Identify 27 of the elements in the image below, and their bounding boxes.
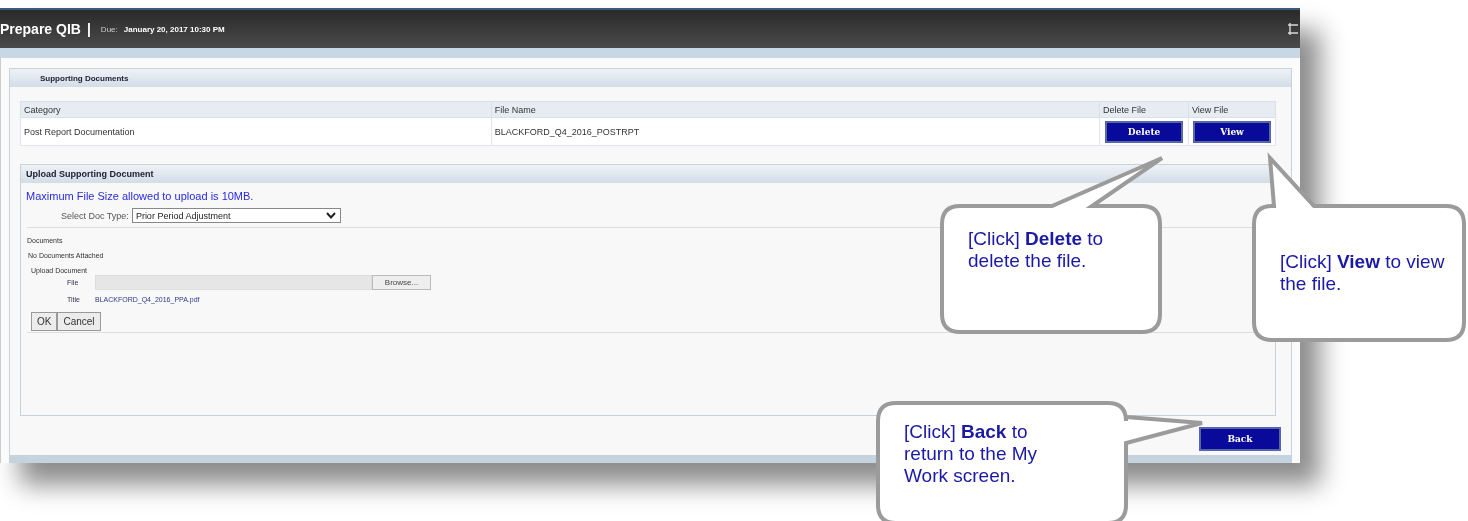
panel-title: Supporting Documents bbox=[40, 73, 129, 83]
due-label: Due: bbox=[100, 24, 118, 34]
resize-icon[interactable] bbox=[1288, 22, 1298, 36]
window-title: Prepare QIB bbox=[0, 21, 81, 37]
due-date: January 20, 2017 10:30 PM bbox=[123, 24, 225, 34]
caret-icon bbox=[325, 212, 336, 219]
column-header: Delete File bbox=[1099, 101, 1189, 118]
ok-button[interactable]: OK bbox=[31, 312, 58, 331]
column-header: File Name bbox=[491, 101, 1100, 118]
view-button[interactable]: View bbox=[1193, 120, 1271, 143]
column-header: Category bbox=[20, 101, 492, 118]
column-header: View File bbox=[1188, 101, 1276, 118]
browse-button[interactable]: Browse... bbox=[372, 275, 431, 290]
callout-text: [Click] Back to return to the My Work screen. bbox=[904, 421, 1039, 487]
title-separator: | bbox=[86, 21, 91, 37]
file-field[interactable] bbox=[95, 275, 372, 290]
back-button[interactable]: Back bbox=[1199, 427, 1281, 451]
delete-button[interactable]: Delete bbox=[1105, 120, 1183, 143]
panel-title: Upload Supporting Document bbox=[26, 169, 154, 179]
field-label: Select Doc Type: bbox=[61, 210, 129, 221]
cancel-button[interactable]: Cancel bbox=[57, 312, 101, 331]
table-cell: Post Report Documentation bbox=[20, 117, 492, 146]
table-cell: BLACKFORD_Q4_2016_POSTRPT bbox=[491, 117, 1100, 146]
callout-text: [Click] View to view the file. bbox=[1280, 251, 1445, 295]
size-notice: Maximum File Size allowed to upload is 10MB. bbox=[26, 190, 255, 202]
doc-type-dropdown[interactable]: Prior Period Adjustment bbox=[131, 208, 341, 223]
callout-text: [Click] Delete to delete the file. bbox=[968, 228, 1105, 272]
